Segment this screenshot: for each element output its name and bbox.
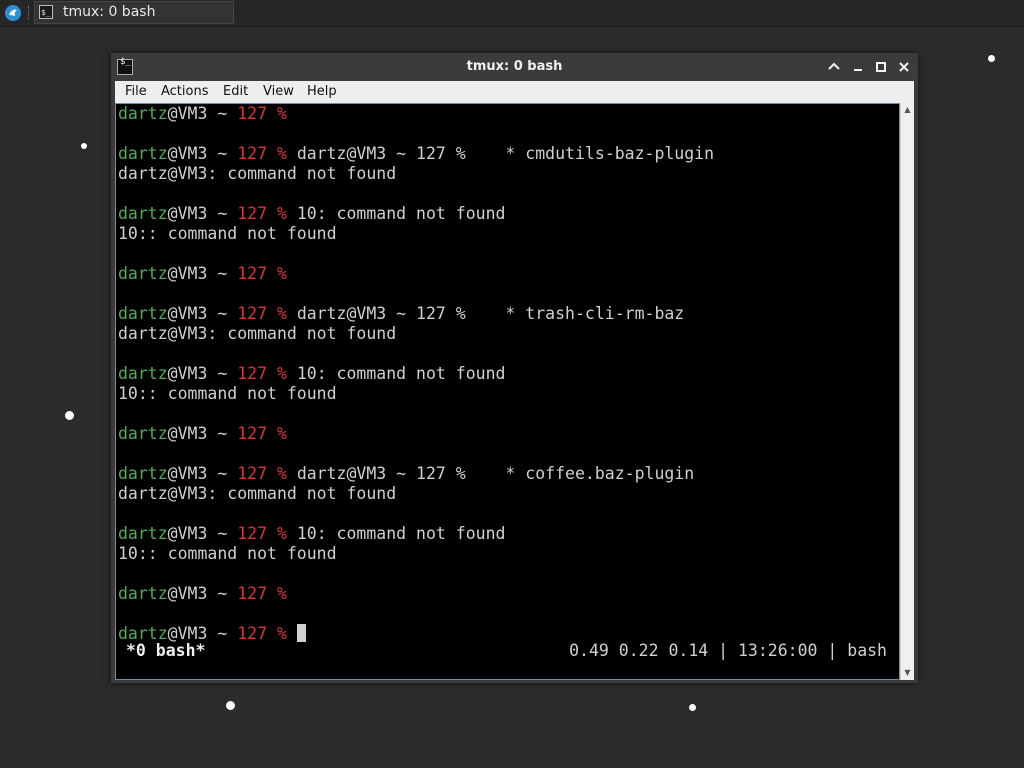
- command-text: 10: command not found: [286, 204, 506, 223]
- window-titlebar[interactable]: tmux: 0 bash: [111, 53, 918, 81]
- terminal-line: dartz@VM3 ~ 127 %: [118, 264, 287, 284]
- prompt-user: dartz: [118, 584, 168, 603]
- prompt-user: dartz: [118, 144, 168, 163]
- tmux-window-status: *0 bash*: [126, 641, 206, 660]
- window-title: tmux: 0 bash: [466, 59, 563, 74]
- menu-file[interactable]: File: [125, 83, 147, 101]
- terminal-line: dartz@VM3: command not found: [118, 484, 397, 503]
- prompt-user: dartz: [118, 624, 168, 643]
- terminal-line: dartz@VM3 ~ 127 %: [118, 584, 287, 604]
- terminal-line: dartz@VM3 ~ 127 % dartz@VM3 ~ 127 % * tr…: [118, 304, 684, 324]
- terminal-icon: [39, 2, 53, 23]
- menu-actions[interactable]: Actions: [161, 83, 209, 101]
- prompt-exit-code: 127 %: [237, 584, 287, 603]
- desktop-dot: [65, 411, 74, 420]
- prompt-user: dartz: [118, 104, 168, 123]
- terminal-line: dartz@VM3 ~ 127 % dartz@VM3 ~ 127 % * cm…: [118, 144, 714, 164]
- restore-icon[interactable]: [849, 58, 867, 76]
- taskbar: tmux: 0 bash: [0, 0, 1024, 27]
- command-text: dartz@VM3 ~ 127 % * trash-cli-rm-baz: [286, 304, 685, 323]
- command-text: dartz@VM3 ~ 127 % * coffee.baz-plugin: [286, 464, 695, 483]
- prompt-exit-code: 127 %: [237, 144, 287, 163]
- prompt-exit-code: 127 %: [237, 204, 287, 223]
- terminal-line: dartz@VM3 ~ 127 % 10: command not found: [118, 204, 505, 224]
- prompt-host: @VM3 ~: [167, 464, 238, 483]
- terminal-line: 10:: command not found: [118, 224, 337, 243]
- menubar: File Actions Edit View Help: [115, 81, 914, 104]
- command-text: 10: command not found: [286, 364, 506, 383]
- desktop-dot: [689, 704, 696, 711]
- prompt-host: @VM3 ~: [167, 424, 238, 443]
- terminal-line: dartz@VM3 ~ 127 % dartz@VM3 ~ 127 % * co…: [118, 464, 694, 484]
- terminal-line: dartz@VM3 ~ 127 %: [118, 424, 287, 444]
- maximize-icon[interactable]: [872, 58, 890, 76]
- prompt-exit-code: 127 %: [237, 264, 287, 283]
- prompt-exit-code: 127 %: [237, 424, 287, 443]
- prompt-host: @VM3 ~: [167, 204, 238, 223]
- terminal-line: dartz@VM3: command not found: [118, 324, 397, 343]
- terminal-line: dartz@VM3 ~ 127 % 10: command not found: [118, 524, 505, 544]
- prompt-user: dartz: [118, 424, 168, 443]
- command-text: 10: command not found: [286, 524, 506, 543]
- prompt-exit-code: 127 %: [237, 304, 287, 323]
- desktop-dot: [81, 143, 87, 149]
- prompt-host: @VM3 ~: [167, 264, 238, 283]
- prompt-exit-code: 127 %: [237, 624, 287, 643]
- terminal-window: tmux: 0 bash File Actions Edit View Help…: [111, 53, 918, 683]
- prompt-exit-code: 127 %: [237, 524, 287, 543]
- scroll-up-icon[interactable]: ▲: [901, 103, 914, 117]
- minimize-icon[interactable]: [825, 58, 843, 76]
- prompt-exit-code: 127 %: [237, 104, 287, 123]
- tmux-status-info: 0.49 0.22 0.14 | 13:26:00 | bash: [569, 641, 887, 660]
- desktop-dot: [226, 701, 235, 710]
- terminal-line: dartz@VM3 ~ 127 %: [118, 104, 287, 124]
- prompt-user: dartz: [118, 204, 168, 223]
- taskbar-item-tmux[interactable]: tmux: 0 bash: [34, 1, 234, 24]
- terminal-line: dartz@VM3 ~ 127 % 10: command not found: [118, 364, 505, 384]
- prompt-host: @VM3 ~: [167, 584, 238, 603]
- terminal-line: dartz@VM3 ~ 127 %: [118, 624, 306, 644]
- menu-help[interactable]: Help: [307, 83, 337, 101]
- desktop-dot: [988, 55, 995, 62]
- command-text: dartz@VM3 ~ 127 % * cmdutils-baz-plugin: [286, 144, 715, 163]
- prompt-host: @VM3 ~: [167, 104, 238, 123]
- terminal-line: 10:: command not found: [118, 384, 337, 403]
- menu-edit[interactable]: Edit: [223, 83, 248, 101]
- prompt-user: dartz: [118, 264, 168, 283]
- terminal-area[interactable]: *0 bash* 0.49 0.22 0.14 | 13:26:00 | bas…: [115, 103, 900, 680]
- terminal-line: dartz@VM3: command not found: [118, 164, 397, 183]
- vertical-scrollbar[interactable]: ▲ ▼: [900, 103, 914, 680]
- prompt-exit-code: 127 %: [237, 464, 287, 483]
- command-text: [287, 624, 297, 643]
- prompt-user: dartz: [118, 464, 168, 483]
- prompt-user: dartz: [118, 364, 168, 383]
- prompt-host: @VM3 ~: [167, 524, 238, 543]
- prompt-host: @VM3 ~: [167, 624, 238, 643]
- start-menu-icon[interactable]: [3, 3, 23, 23]
- prompt-host: @VM3 ~: [167, 364, 238, 383]
- terminal-cursor: [296, 624, 306, 642]
- taskbar-separator: [28, 6, 31, 20]
- menu-view[interactable]: View: [263, 83, 294, 101]
- close-icon[interactable]: [895, 58, 913, 76]
- taskbar-item-label: tmux: 0 bash: [63, 4, 156, 20]
- prompt-user: dartz: [118, 524, 168, 543]
- scroll-down-icon[interactable]: ▼: [901, 666, 914, 680]
- prompt-host: @VM3 ~: [167, 304, 238, 323]
- prompt-user: dartz: [118, 304, 168, 323]
- terminal-line: 10:: command not found: [118, 544, 337, 563]
- prompt-exit-code: 127 %: [237, 364, 287, 383]
- prompt-host: @VM3 ~: [167, 144, 238, 163]
